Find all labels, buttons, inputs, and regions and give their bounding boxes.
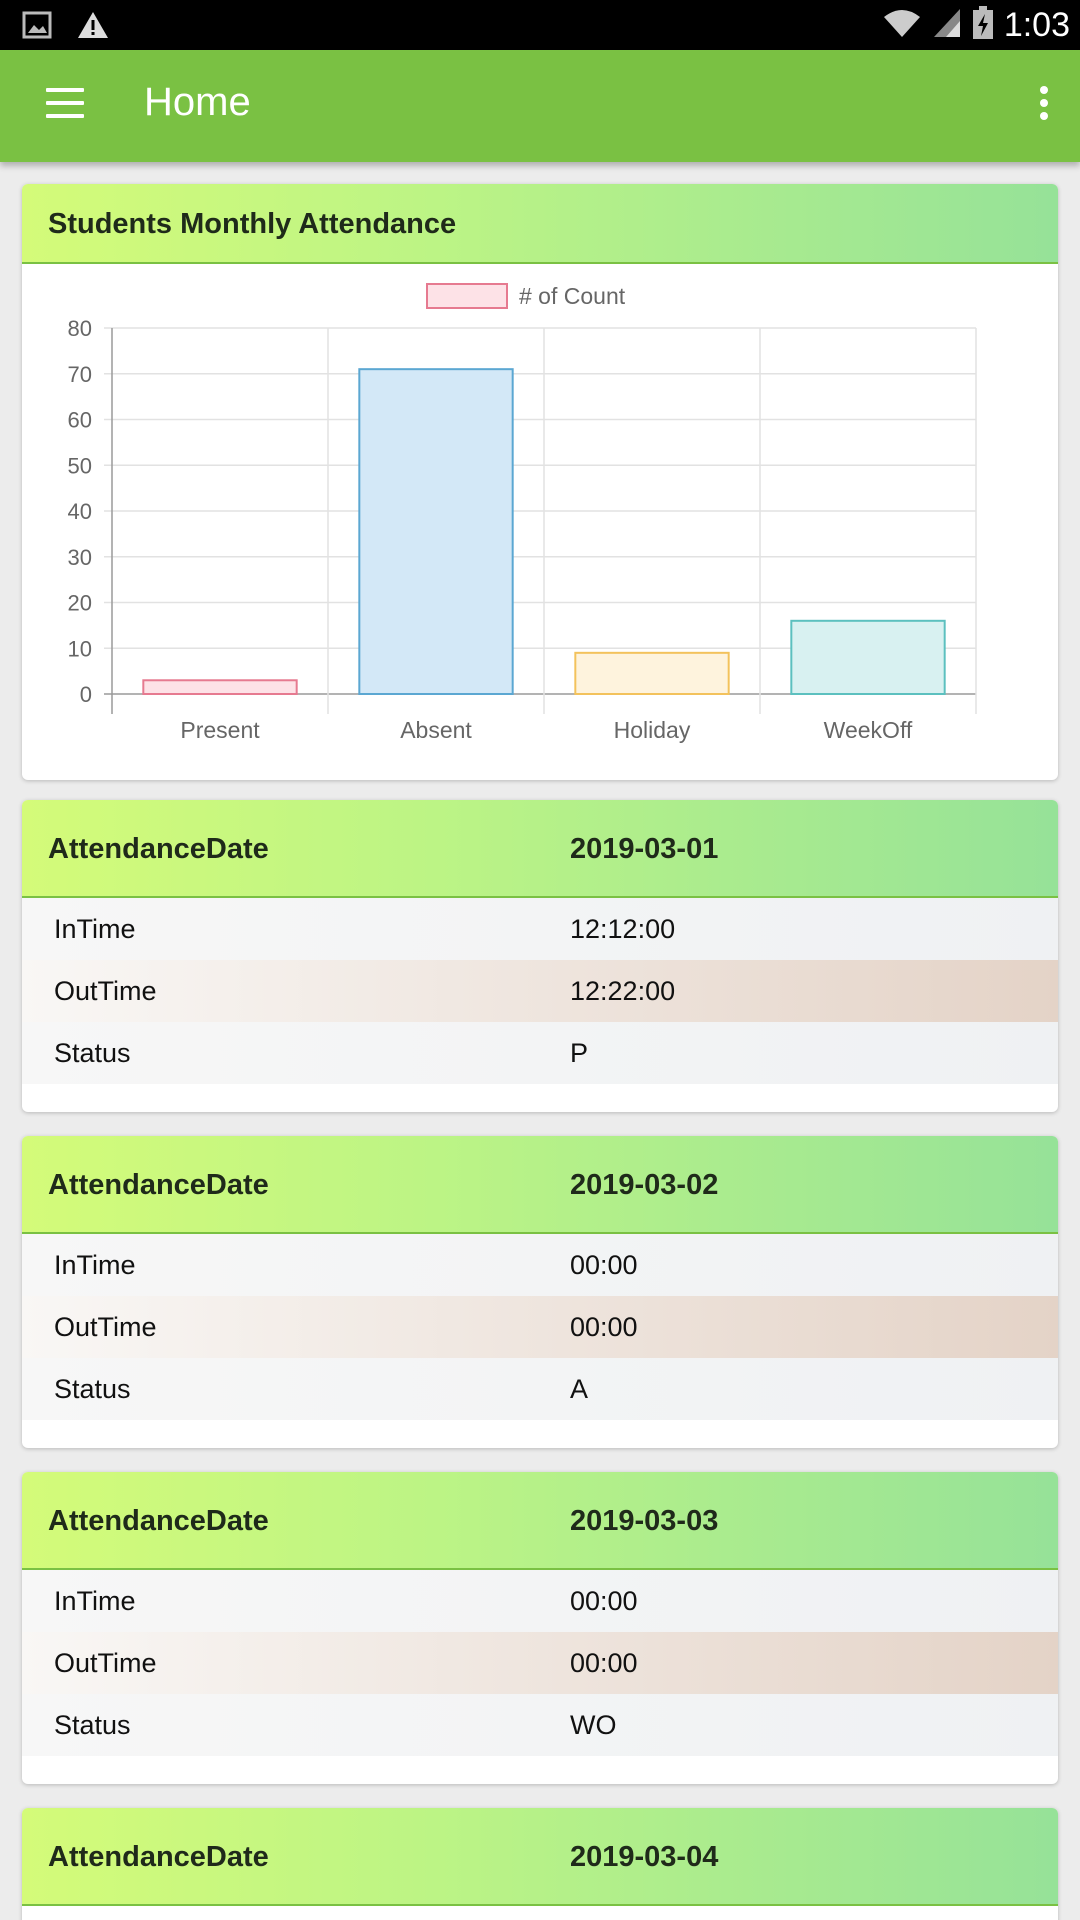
image-icon	[22, 11, 52, 44]
record-row: Status P	[22, 1022, 1058, 1084]
y-tick-label: 40	[68, 499, 92, 524]
row-value: 00:00	[570, 1586, 638, 1616]
record-row: Status A	[22, 1358, 1058, 1420]
menu-icon[interactable]	[46, 88, 84, 122]
record-row: Status WO	[22, 1694, 1058, 1756]
record-date: 2019-03-03	[570, 1505, 719, 1537]
legend-label: # of Count	[519, 283, 626, 309]
attendance-chart-card: Students Monthly Attendance 0 10 20 30 40 50 6…	[22, 184, 1058, 780]
x-tick-label: Absent	[400, 717, 472, 743]
record-header: AttendanceDate 2019-03-02	[22, 1136, 1058, 1234]
row-value: A	[570, 1374, 589, 1404]
clock-time: 1:03	[1003, 6, 1070, 44]
record-header: AttendanceDate 2019-03-03	[22, 1472, 1058, 1570]
record-date: 2019-03-02	[570, 1169, 719, 1201]
y-tick-label: 50	[68, 453, 92, 478]
y-tick-label: 30	[68, 545, 92, 570]
wifi-icon	[882, 7, 922, 44]
attendance-record-card: AttendanceDate 2019-03-03 InTime 00:00 O…	[22, 1472, 1058, 1784]
row-value: 00:00	[570, 1250, 638, 1280]
record-header-label: AttendanceDate	[48, 1505, 269, 1537]
record-row: InTime 00:00	[22, 1234, 1058, 1296]
battery-icon	[972, 6, 994, 45]
record-row: InTime 12:12:00	[22, 898, 1058, 960]
record-header-label: AttendanceDate	[48, 1169, 269, 1201]
chart-title: Students Monthly Attendance	[48, 208, 457, 240]
record-row: InTime 00:00	[22, 1570, 1058, 1632]
attendance-record-card: AttendanceDate 2019-03-02 InTime 00:00 O…	[22, 1136, 1058, 1448]
record-row: OutTime 00:00	[22, 1296, 1058, 1358]
bar-holiday	[574, 651, 730, 696]
x-tick-label: WeekOff	[824, 717, 913, 743]
row-label: InTime	[54, 1586, 136, 1616]
row-value: 12:22:00	[570, 976, 676, 1006]
y-tick-label: 60	[68, 408, 92, 433]
x-tick-label: Holiday	[614, 717, 691, 743]
y-tick-label: 20	[68, 591, 92, 616]
page-title: Home	[144, 80, 251, 124]
y-tick-label: 80	[68, 316, 92, 341]
bar-weekoff	[790, 619, 946, 695]
record-row: OutTime 12:22:00	[22, 960, 1058, 1022]
warning-icon	[76, 10, 110, 45]
row-label: OutTime	[54, 1312, 157, 1342]
record-date: 2019-03-01	[570, 833, 719, 865]
record-header-label: AttendanceDate	[48, 1841, 269, 1873]
bar-present	[142, 679, 298, 695]
row-label: Status	[54, 1710, 131, 1740]
row-value: 00:00	[570, 1648, 638, 1678]
row-label: InTime	[54, 1250, 136, 1280]
row-value: WO	[570, 1710, 617, 1740]
row-label: OutTime	[54, 1648, 157, 1678]
row-label: Status	[54, 1374, 131, 1404]
row-label: InTime	[54, 914, 136, 944]
row-value: P	[570, 1038, 589, 1068]
record-date: 2019-03-04	[570, 1841, 719, 1873]
record-row: OutTime 00:00	[22, 1632, 1058, 1694]
attendance-bar-chart: 0 10 20 30 40 50 60 70 80 Present Absent Holiday Wee…	[68, 283, 977, 743]
more-options-icon[interactable]	[1034, 86, 1054, 126]
row-value: 12:12:00	[570, 914, 676, 944]
x-tick-label: Present	[180, 717, 260, 743]
app-bar: Home	[0, 50, 1080, 162]
chart-card-header: Students Monthly Attendance	[22, 184, 1058, 264]
legend-swatch	[426, 283, 508, 309]
attendance-record-card: AttendanceDate 2019-03-04	[22, 1808, 1058, 1920]
row-label: OutTime	[54, 976, 157, 1006]
row-value: 00:00	[570, 1312, 638, 1342]
record-header: AttendanceDate 2019-03-04	[22, 1808, 1058, 1906]
bar-absent	[358, 368, 514, 696]
row-label: Status	[54, 1038, 131, 1068]
record-header-label: AttendanceDate	[48, 833, 269, 865]
record-header: AttendanceDate 2019-03-01	[22, 800, 1058, 898]
chart-area: 0 10 20 30 40 50 60 70 80 Present Absent Holiday Wee…	[22, 264, 1058, 780]
attendance-record-card: AttendanceDate 2019-03-01 InTime 12:12:0…	[22, 800, 1058, 1112]
y-tick-label: 10	[68, 636, 92, 661]
y-tick-label: 0	[80, 682, 92, 707]
scroll-content[interactable]: Students Monthly Attendance 0 10 20 30 40 50 6…	[0, 162, 1080, 1920]
y-tick-label: 70	[68, 362, 92, 387]
status-bar: 1:03	[0, 0, 1080, 50]
signal-icon	[932, 7, 962, 44]
